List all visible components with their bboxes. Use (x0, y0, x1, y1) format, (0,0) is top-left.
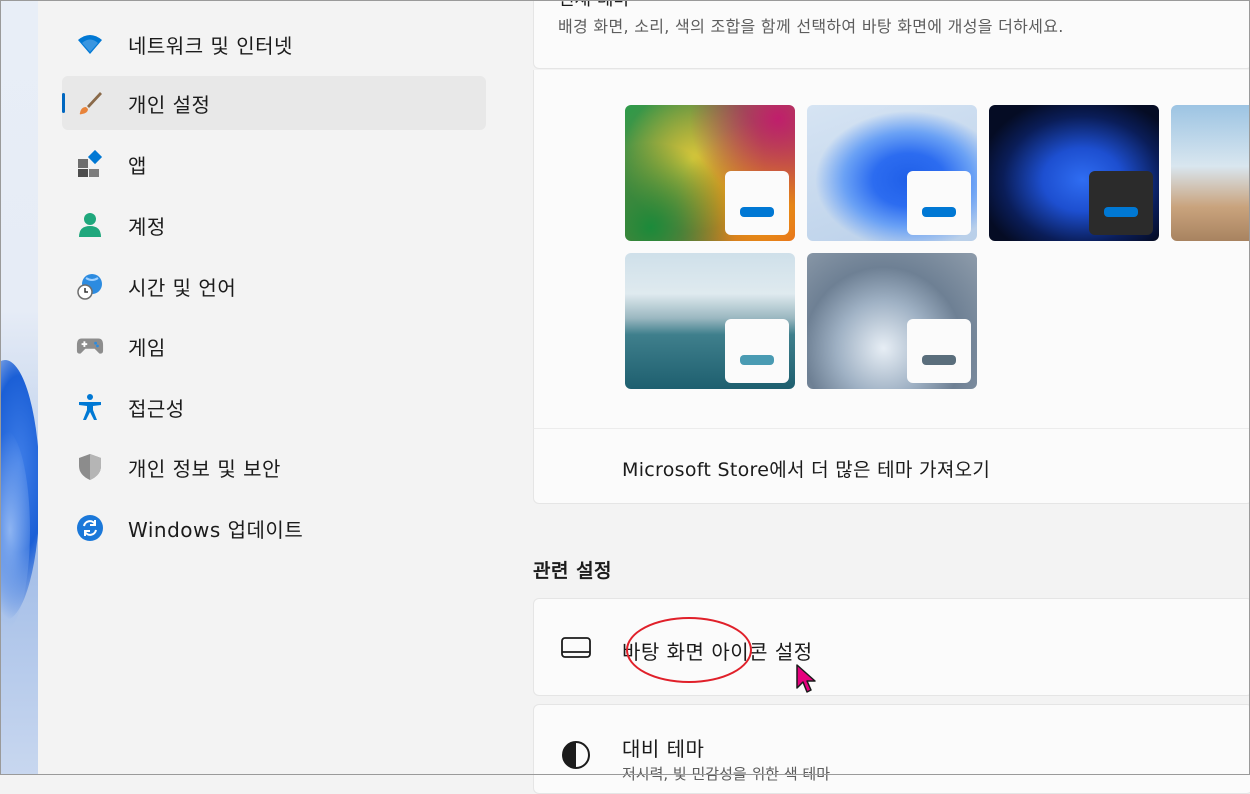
sidebar-item-label: 계정 (128, 214, 166, 239)
theme-tile-windows-dark[interactable] (989, 105, 1159, 241)
related-settings-header: 관련 설정 (533, 560, 613, 582)
contrast-icon (560, 739, 592, 771)
sidebar-item-windows-update[interactable]: Windows 업데이트 (62, 501, 486, 555)
paintbrush-icon (76, 89, 104, 117)
desktop-wallpaper-strip (0, 0, 38, 775)
theme-tile-colorful[interactable] (625, 105, 795, 241)
red-annotation-circle (626, 617, 752, 683)
theme-accent-bar (1104, 207, 1138, 217)
sidebar-item-gaming[interactable]: 게임 (62, 319, 486, 373)
sidebar-item-personalization[interactable]: 개인 설정 (62, 76, 486, 130)
theme-tile-windows-light[interactable] (807, 105, 977, 241)
sidebar-item-privacy[interactable]: 개인 정보 및 보안 (62, 440, 486, 494)
sidebar-item-network[interactable]: 네트워크 및 인터넷 (62, 17, 486, 71)
settings-sidebar: 네트워크 및 인터넷 개인 설정 앱 계정 시간 및 언어 게임 접근성 개인 … (38, 0, 508, 775)
update-icon (76, 514, 104, 542)
sidebar-item-label: 앱 (128, 153, 147, 178)
theme-accent-bar (922, 355, 956, 365)
current-theme-title: 현재 테마 (558, 0, 630, 11)
accessibility-icon (76, 393, 104, 421)
theme-accent-bar (740, 355, 774, 365)
theme-preview-window (907, 171, 971, 235)
sidebar-item-apps[interactable]: 앱 (62, 137, 486, 191)
theme-tile-sunrise[interactable] (807, 253, 977, 389)
gamepad-icon (76, 332, 104, 360)
browse-themes-link[interactable]: Microsoft Store에서 더 많은 테마 가져오기 (533, 428, 1250, 504)
sidebar-item-label: 게임 (128, 335, 166, 360)
theme-preview-window (725, 319, 789, 383)
selection-indicator (62, 93, 65, 113)
sidebar-item-label: 네트워크 및 인터넷 (128, 33, 293, 58)
sidebar-item-accessibility[interactable]: 접근성 (62, 380, 486, 434)
theme-gallery (533, 70, 1250, 428)
time-language-icon (76, 272, 104, 300)
current-theme-description: 배경 화면, 소리, 색의 조합을 함께 선택하여 바탕 화면에 개성을 더하세… (558, 17, 1064, 36)
monitor-icon (560, 632, 592, 664)
theme-tile-glow[interactable] (1171, 105, 1250, 241)
shield-icon (76, 453, 104, 481)
theme-accent-bar (922, 207, 956, 217)
theme-accent-bar (740, 207, 774, 217)
current-theme-header[interactable]: 현재 테마 배경 화면, 소리, 색의 조합을 함께 선택하여 바탕 화면에 개… (533, 0, 1250, 69)
sidebar-item-label: 접근성 (128, 396, 185, 421)
theme-preview-window (907, 319, 971, 383)
theme-tile-captured-motion[interactable] (625, 253, 795, 389)
browse-themes-label: Microsoft Store에서 더 많은 테마 가져오기 (622, 459, 991, 481)
theme-preview-window (1089, 171, 1153, 235)
contrast-themes-label: 대비 테마 (622, 737, 705, 761)
sidebar-item-label: 시간 및 언어 (128, 275, 237, 300)
wifi-icon (76, 30, 104, 58)
sidebar-item-label: 개인 정보 및 보안 (128, 456, 281, 481)
contrast-themes-row[interactable]: 대비 테마 저시력, 빛 민감성을 위한 색 테마 (533, 704, 1250, 794)
sidebar-item-accounts[interactable]: 계정 (62, 198, 486, 252)
account-icon (76, 211, 104, 239)
sidebar-item-time-language[interactable]: 시간 및 언어 (62, 259, 486, 313)
sidebar-item-label: 개인 설정 (128, 92, 211, 117)
theme-preview-window (725, 171, 789, 235)
mouse-cursor-icon (795, 664, 817, 698)
contrast-themes-description: 저시력, 빛 민감성을 위한 색 테마 (622, 765, 831, 783)
apps-icon (76, 150, 104, 178)
sidebar-item-label: Windows 업데이트 (128, 517, 304, 542)
